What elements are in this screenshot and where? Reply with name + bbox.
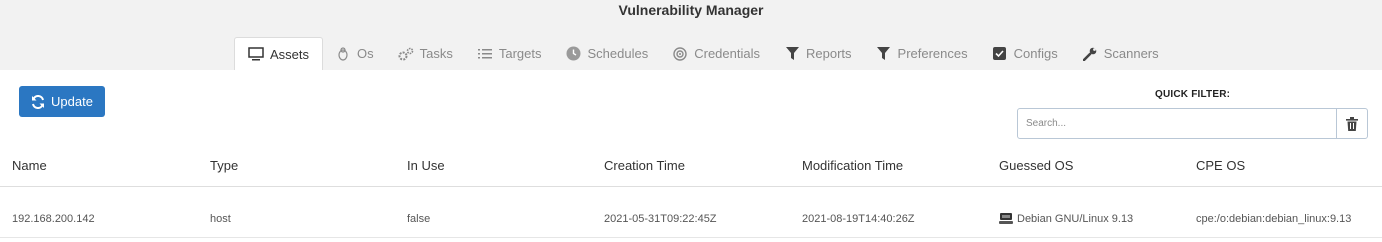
nav-tabs: Assets Os Tasks Targets Schedules Creden… (234, 37, 1171, 70)
tab-label: Credentials (694, 46, 760, 61)
tab-tasks[interactable]: Tasks (386, 37, 465, 70)
tab-label: Targets (498, 46, 542, 61)
debian-host-icon (999, 213, 1013, 225)
update-label: Update (51, 94, 93, 109)
tab-label: Os (357, 46, 374, 61)
clock-icon (566, 46, 582, 62)
cell-name: 192.168.200.142 (12, 213, 95, 225)
tab-label: Preferences (897, 46, 968, 61)
list-icon (477, 46, 493, 62)
cell-cpe-os: cpe:/o:debian:debian_linux:9.13 (1196, 213, 1352, 225)
tab-assets[interactable]: Assets (234, 37, 324, 70)
cell-creation-time: 2021-05-31T09:22:45Z (604, 213, 717, 225)
tab-label: Schedules (587, 46, 649, 61)
sync-icon (31, 94, 45, 109)
column-header-cpe-os[interactable]: CPE OS (1196, 158, 1245, 173)
column-header-in-use[interactable]: In Use (407, 158, 445, 173)
tab-reports[interactable]: Reports (772, 37, 864, 70)
tab-configs[interactable]: Configs (980, 37, 1070, 70)
search-input[interactable] (1017, 108, 1337, 139)
tab-credentials[interactable]: Credentials (660, 37, 772, 70)
wrench-icon (1082, 46, 1098, 62)
tab-targets[interactable]: Targets (465, 37, 554, 70)
monitor-icon (248, 46, 264, 62)
tab-scanners[interactable]: Scanners (1070, 37, 1171, 70)
tab-label: Tasks (419, 46, 453, 61)
linux-icon (335, 46, 351, 62)
column-header-modification-time[interactable]: Modification Time (802, 158, 903, 173)
clear-filter-button[interactable] (1336, 108, 1368, 139)
guessed-os-text: Debian GNU/Linux 9.13 (1017, 213, 1134, 225)
column-header-guessed-os[interactable]: Guessed OS (999, 158, 1073, 173)
cogs-icon (398, 46, 414, 62)
cell-guessed-os: Debian GNU/Linux 9.13 (999, 213, 1133, 225)
cell-in-use: false (407, 213, 431, 225)
row-divider (0, 237, 1382, 238)
checkbox-icon (992, 46, 1008, 62)
quick-filter-label: QUICK FILTER: (1155, 89, 1231, 100)
header-divider (0, 186, 1382, 187)
filter-icon (876, 46, 892, 62)
column-header-creation-time[interactable]: Creation Time (604, 158, 685, 173)
app-title: Vulnerability Manager (618, 2, 764, 18)
tab-label: Scanners (1103, 46, 1159, 61)
tab-os[interactable]: Os (323, 37, 386, 70)
cell-modification-time: 2021-08-19T14:40:26Z (802, 213, 915, 225)
update-button[interactable]: Update (19, 86, 105, 117)
cell-type: host (210, 213, 231, 225)
column-header-name[interactable]: Name (12, 158, 47, 173)
filter-icon (784, 46, 800, 62)
trash-icon (1346, 116, 1358, 131)
tab-schedules[interactable]: Schedules (554, 37, 661, 70)
tab-preferences[interactable]: Preferences (864, 37, 980, 70)
target-icon (672, 46, 688, 62)
tab-label: Assets (270, 46, 310, 62)
column-header-type[interactable]: Type (210, 158, 238, 173)
tab-label: Configs (1013, 46, 1058, 61)
tab-label: Reports (806, 46, 852, 61)
